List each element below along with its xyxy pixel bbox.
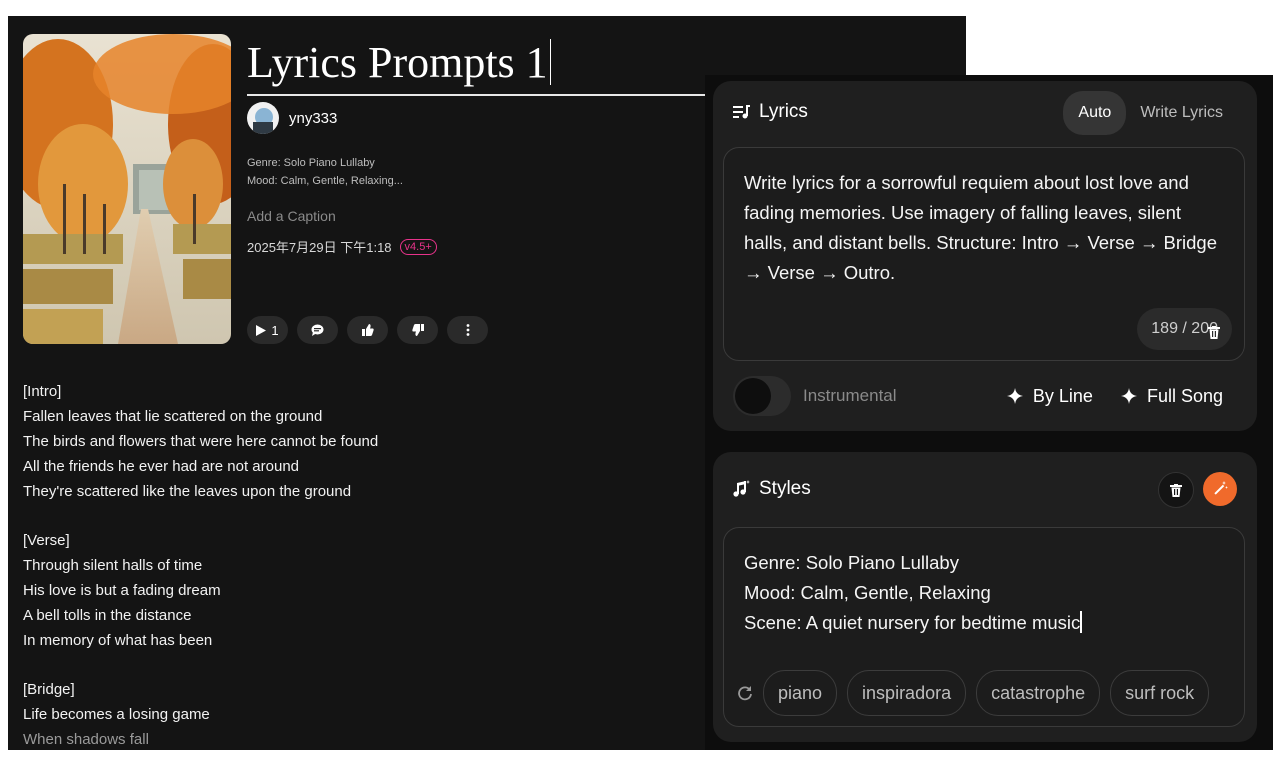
lyric-line: [Verse]	[23, 532, 70, 549]
author-name[interactable]: yny333	[289, 110, 337, 127]
toggle-knob	[735, 378, 771, 414]
mood-line: Mood: Calm, Gentle, Relaxing...	[247, 175, 403, 187]
play-button[interactable]: 1	[247, 316, 288, 344]
style-tag[interactable]: inspiradora	[847, 670, 967, 716]
lyrics-prompt-text[interactable]: Write lyrics for a sorrowful requiem abo…	[744, 168, 1224, 288]
lyric-line: [Bridge]	[23, 681, 75, 698]
lyric-line: Fallen leaves that lie scattered on the …	[23, 408, 323, 425]
text-caret	[549, 39, 552, 85]
lyric-line: When shadows fall	[23, 731, 149, 748]
instrumental-toggle[interactable]	[733, 376, 791, 416]
by-line-button[interactable]: By Line	[1006, 385, 1093, 407]
date-row: 2025年7月29日 下午1:18 v4.5+	[247, 237, 437, 256]
lyric-line: They're scattered like the leaves upon t…	[23, 483, 352, 500]
lyric-line: His love is but a fading dream	[23, 582, 221, 599]
lyric-blank	[23, 653, 378, 677]
play-icon	[256, 324, 267, 336]
song-title: Lyrics Prompts 1	[247, 38, 548, 87]
style-tag[interactable]: catastrophe	[976, 670, 1101, 716]
version-badge: v4.5+	[399, 238, 437, 255]
styles-text[interactable]: Genre: Solo Piano Lullaby Mood: Calm, Ge…	[744, 548, 1224, 638]
lyric-line: The birds and flowers that were here can…	[23, 433, 379, 450]
lyrics-controls: Instrumental By Line Full Song	[733, 376, 1223, 416]
more-vertical-icon	[466, 324, 469, 336]
clear-lyrics-button[interactable]	[1202, 320, 1226, 344]
mode-write-lyrics-button[interactable]: Write Lyrics	[1126, 91, 1237, 135]
sparkle-icon	[1120, 388, 1137, 404]
trash-icon	[1208, 325, 1220, 339]
comment-button[interactable]	[297, 316, 338, 344]
lyric-line: A bell tolls in the distance	[23, 607, 192, 624]
avatar[interactable]	[247, 102, 279, 134]
lyric-line: In memory of what has been	[23, 632, 213, 649]
genre-line: Genre: Solo Piano Lullaby	[247, 157, 375, 169]
cover-image[interactable]	[23, 34, 231, 344]
style-tag[interactable]: piano	[763, 670, 838, 716]
dislike-button[interactable]	[397, 316, 438, 344]
lyric-blank	[23, 504, 378, 528]
lyric-line: [Intro]	[23, 383, 62, 400]
lyrics-card: Lyrics Auto Write Lyrics Write lyrics fo…	[713, 81, 1257, 431]
full-song-label: Full Song	[1146, 385, 1223, 406]
song-actions: 1	[247, 316, 488, 344]
sparkle-icon	[1006, 388, 1023, 404]
lyric-line: Life becomes a losing game	[23, 706, 210, 723]
song-title-input[interactable]: Lyrics Prompts 1	[247, 34, 705, 96]
comment-icon	[311, 324, 324, 336]
lyrics-heading: Lyrics	[759, 101, 808, 122]
thumbs-up-icon	[361, 324, 374, 336]
styles-heading: Styles	[759, 478, 811, 499]
like-button[interactable]	[347, 316, 388, 344]
style-tag[interactable]: surf rock	[1110, 670, 1210, 716]
style-tags: piano inspiradora catastrophe surf rock	[737, 670, 1210, 716]
trash-icon	[1170, 483, 1182, 497]
style-line: Scene: A quiet nursery for bedtime music	[744, 612, 1081, 633]
magic-wand-icon	[1214, 481, 1228, 495]
lyric-line: Through silent halls of time	[23, 557, 203, 574]
by-line-label: By Line	[1032, 385, 1093, 406]
lyrics-mode-switch: Auto Write Lyrics	[1063, 91, 1237, 135]
lyrics-icon	[733, 105, 750, 119]
more-button[interactable]	[447, 316, 488, 344]
lyrics-prompt-field[interactable]: Write lyrics for a sorrowful requiem abo…	[723, 147, 1245, 361]
thumbs-down-icon	[411, 324, 424, 336]
styles-card: Styles Genre: Solo Piano Lullaby Mood: C…	[713, 452, 1257, 742]
song-meta: Genre: Solo Piano Lullaby Mood: Calm, Ge…	[247, 154, 403, 190]
play-count: 1	[271, 322, 279, 338]
refresh-icon[interactable]	[737, 685, 753, 701]
styles-heading-row: Styles	[733, 478, 811, 500]
song-lyrics: [Intro] Fallen leaves that lie scattered…	[23, 379, 378, 750]
song-date: 2025年7月29日 下午1:18	[247, 240, 392, 255]
lyric-line: All the friends he ever had are not arou…	[23, 458, 300, 475]
style-line: Mood: Calm, Gentle, Relaxing	[744, 582, 991, 603]
clear-styles-button[interactable]	[1158, 472, 1194, 508]
instrumental-label[interactable]: Instrumental	[803, 386, 897, 406]
music-note-icon	[733, 480, 750, 497]
text-caret	[1080, 611, 1082, 633]
lyrics-heading-row: Lyrics	[733, 101, 808, 123]
style-line: Genre: Solo Piano Lullaby	[744, 552, 959, 573]
full-song-button[interactable]: Full Song	[1120, 385, 1223, 407]
mode-auto-button[interactable]: Auto	[1063, 91, 1127, 135]
add-caption[interactable]: Add a Caption	[247, 208, 336, 224]
magic-wand-button[interactable]	[1203, 472, 1237, 506]
style-line-with-caret: Scene: A quiet nursery for bedtime music	[744, 608, 1224, 638]
author-row[interactable]: yny333	[247, 102, 337, 134]
